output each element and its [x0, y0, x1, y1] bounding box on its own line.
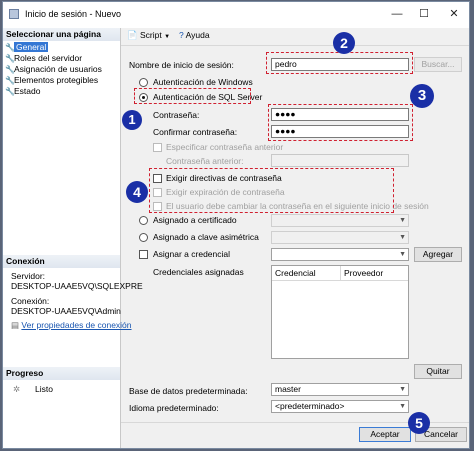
- login-name-label: Nombre de inicio de sesión:: [129, 60, 234, 70]
- help-icon: ?: [179, 30, 184, 40]
- toolbar: 📄 Script ▼ ? Ayuda: [121, 28, 469, 46]
- mapped-certificate-radio[interactable]: [139, 216, 148, 225]
- close-button[interactable]: ✕: [441, 5, 467, 23]
- annotation-box-login-name: [266, 52, 413, 74]
- old-password-label: Contraseña anterior:: [166, 156, 244, 166]
- windows-auth-label: Autenticación de Windows: [153, 77, 253, 87]
- progress-status: Listo: [35, 384, 53, 394]
- annotation-box-sql-auth: [134, 88, 251, 104]
- certificate-select[interactable]: ▼: [271, 214, 409, 227]
- properties-icon: ▤: [11, 320, 22, 330]
- annotation-badge-4: 4: [126, 181, 148, 203]
- annotation-box-policy: [149, 168, 394, 213]
- chevron-down-icon: ▼: [399, 251, 406, 258]
- specify-old-password-checkbox[interactable]: [153, 143, 162, 152]
- default-database-select[interactable]: master ▼: [271, 383, 409, 396]
- annotation-badge-1: 1: [122, 110, 142, 130]
- connection-value: DESKTOP-UAAE5VQ\Admin: [11, 306, 121, 316]
- specify-old-password-label: Especificar contraseña anterior: [166, 142, 284, 152]
- view-connection-properties[interactable]: ▤ Ver propiedades de conexión: [11, 320, 132, 331]
- annotation-badge-2: 2: [333, 32, 355, 54]
- annotation-box-passwords: [268, 104, 413, 141]
- server-value: DESKTOP-UAAE5VQ\SQLEXPRE: [11, 281, 143, 291]
- password-label: Contraseña:: [153, 110, 200, 120]
- remove-credential-button[interactable]: Quitar: [414, 364, 462, 379]
- asymmetric-key-select[interactable]: ▼: [271, 231, 409, 244]
- column-credential: Credencial: [275, 268, 316, 278]
- script-icon: 📄: [127, 30, 138, 40]
- select-page-header: Seleccionar una página: [3, 28, 120, 41]
- wrench-icon: 🔧: [5, 87, 15, 96]
- mapped-asymmetric-key-label: Asignado a clave asimétrica: [153, 232, 259, 242]
- wrench-icon: 🔧: [5, 65, 15, 74]
- old-password-input[interactable]: [271, 154, 409, 167]
- wrench-icon: 🔧: [5, 76, 15, 85]
- grid-column-divider: [340, 266, 341, 280]
- page-server-roles[interactable]: 🔧Roles del servidor: [5, 53, 82, 64]
- window-title: Inicio de sesión - Nuevo: [25, 9, 122, 19]
- connection-header: Conexión: [3, 255, 120, 268]
- add-credential-button[interactable]: Agregar: [414, 247, 462, 262]
- page-user-mapping[interactable]: 🔧Asignación de usuarios: [5, 64, 102, 75]
- page-general[interactable]: 🔧General: [5, 42, 49, 53]
- chevron-down-icon: ▼: [399, 234, 406, 241]
- help-button[interactable]: ? Ayuda: [179, 30, 210, 40]
- app-icon: [9, 9, 19, 19]
- script-button[interactable]: 📄 Script ▼: [127, 30, 170, 41]
- dropdown-arrow-icon: ▼: [164, 34, 171, 40]
- page-status[interactable]: 🔧Estado: [5, 86, 40, 97]
- server-label: Servidor:: [11, 271, 46, 281]
- left-pane: Seleccionar una página 🔧General 🔧Roles d…: [3, 28, 143, 448]
- grid-header-divider: [272, 280, 408, 281]
- search-button[interactable]: Buscar...: [414, 57, 462, 72]
- maximize-button[interactable]: ☐: [411, 5, 437, 23]
- login-dialog: Inicio de sesión - Nuevo — ☐ ✕ Seleccion…: [2, 1, 470, 449]
- mapped-asymmetric-key-radio[interactable]: [139, 233, 148, 242]
- title-bar: Inicio de sesión - Nuevo — ☐ ✕: [3, 2, 469, 28]
- wrench-icon: 🔧: [5, 54, 15, 63]
- minimize-button[interactable]: —: [384, 5, 410, 23]
- column-provider: Proveedor: [344, 268, 384, 278]
- wrench-icon: 🔧: [5, 43, 15, 52]
- chevron-down-icon: ▼: [399, 403, 406, 410]
- mapped-credentials-label: Credenciales asignadas: [153, 267, 244, 277]
- mapped-certificate-label: Asignado a certificado: [153, 215, 237, 225]
- annotation-badge-5: 5: [408, 412, 430, 434]
- map-credential-checkbox[interactable]: [139, 250, 148, 259]
- windows-auth-radio[interactable]: [139, 78, 148, 87]
- map-credential-label: Asignar a credencial: [153, 249, 231, 259]
- connection-label: Conexión:: [11, 296, 50, 306]
- annotation-badge-3: 3: [410, 84, 434, 108]
- chevron-down-icon: ▼: [399, 217, 406, 224]
- progress-header: Progreso: [3, 367, 120, 380]
- default-database-label: Base de datos predeterminada:: [129, 386, 248, 396]
- progress-spinner-icon: ✲: [13, 384, 21, 394]
- credentials-grid[interactable]: Credencial Proveedor: [271, 265, 409, 359]
- default-language-select[interactable]: <predeterminado> ▼: [271, 400, 409, 413]
- chevron-down-icon: ▼: [399, 386, 406, 393]
- ok-button[interactable]: Aceptar: [359, 427, 411, 442]
- page-securables[interactable]: 🔧Elementos protegibles: [5, 75, 98, 86]
- confirm-password-label: Confirmar contraseña:: [153, 127, 238, 137]
- credential-select[interactable]: ▼: [271, 248, 409, 261]
- default-language-label: Idioma predeterminado:: [129, 403, 219, 413]
